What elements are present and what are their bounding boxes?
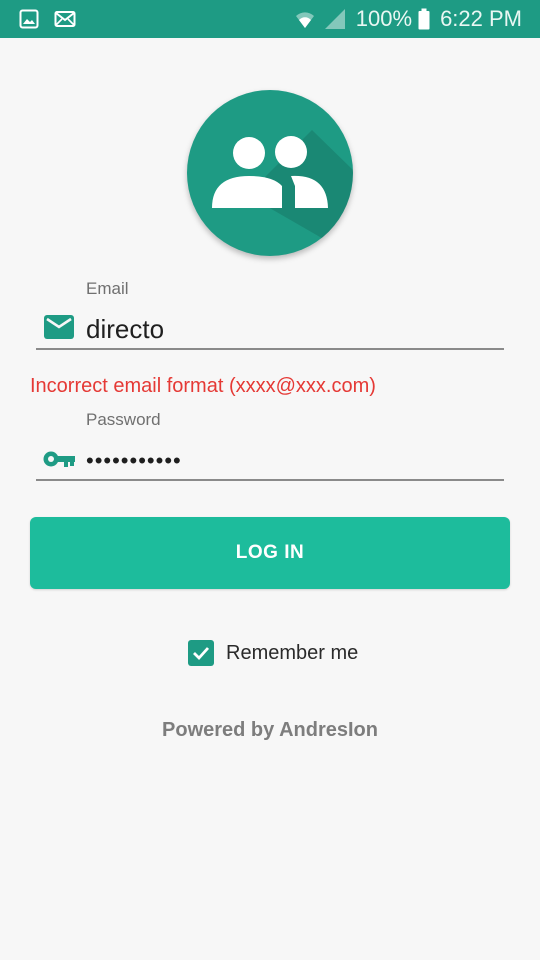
mail-icon: [44, 315, 74, 339]
app-logo-avatar: [187, 90, 353, 256]
wifi-icon: [294, 8, 316, 30]
status-right-group: 100% 6:22 PM: [294, 0, 522, 38]
signal-icon: [324, 8, 346, 30]
email-field[interactable]: directo: [86, 314, 164, 345]
clock: 6:22 PM: [440, 6, 522, 31]
checkmark-icon: [193, 647, 210, 661]
powered-by-footer: Powered by AndresIon: [162, 719, 378, 741]
password-field[interactable]: •••••••••••: [86, 448, 182, 474]
email-label: Email: [86, 279, 129, 298]
remember-me-label[interactable]: Remember me: [226, 642, 358, 665]
email-underline: [36, 348, 504, 350]
key-icon: [42, 449, 76, 469]
people-group-icon: [212, 130, 353, 256]
password-label: Password: [86, 410, 161, 429]
status-bar: 100% 6:22 PM: [0, 0, 540, 38]
email-error-message: Incorrect email format (xxxx@xxx.com): [30, 375, 376, 397]
gallery-icon: [19, 9, 39, 29]
mail-icon: [54, 9, 76, 29]
battery-icon: [418, 8, 430, 30]
battery-percentage: 100%: [355, 6, 413, 31]
remember-me-checkbox[interactable]: [188, 640, 214, 666]
login-button[interactable]: LOG IN: [30, 517, 510, 589]
password-underline: [36, 479, 504, 481]
remember-me-row[interactable]: Remember me: [188, 639, 358, 667]
